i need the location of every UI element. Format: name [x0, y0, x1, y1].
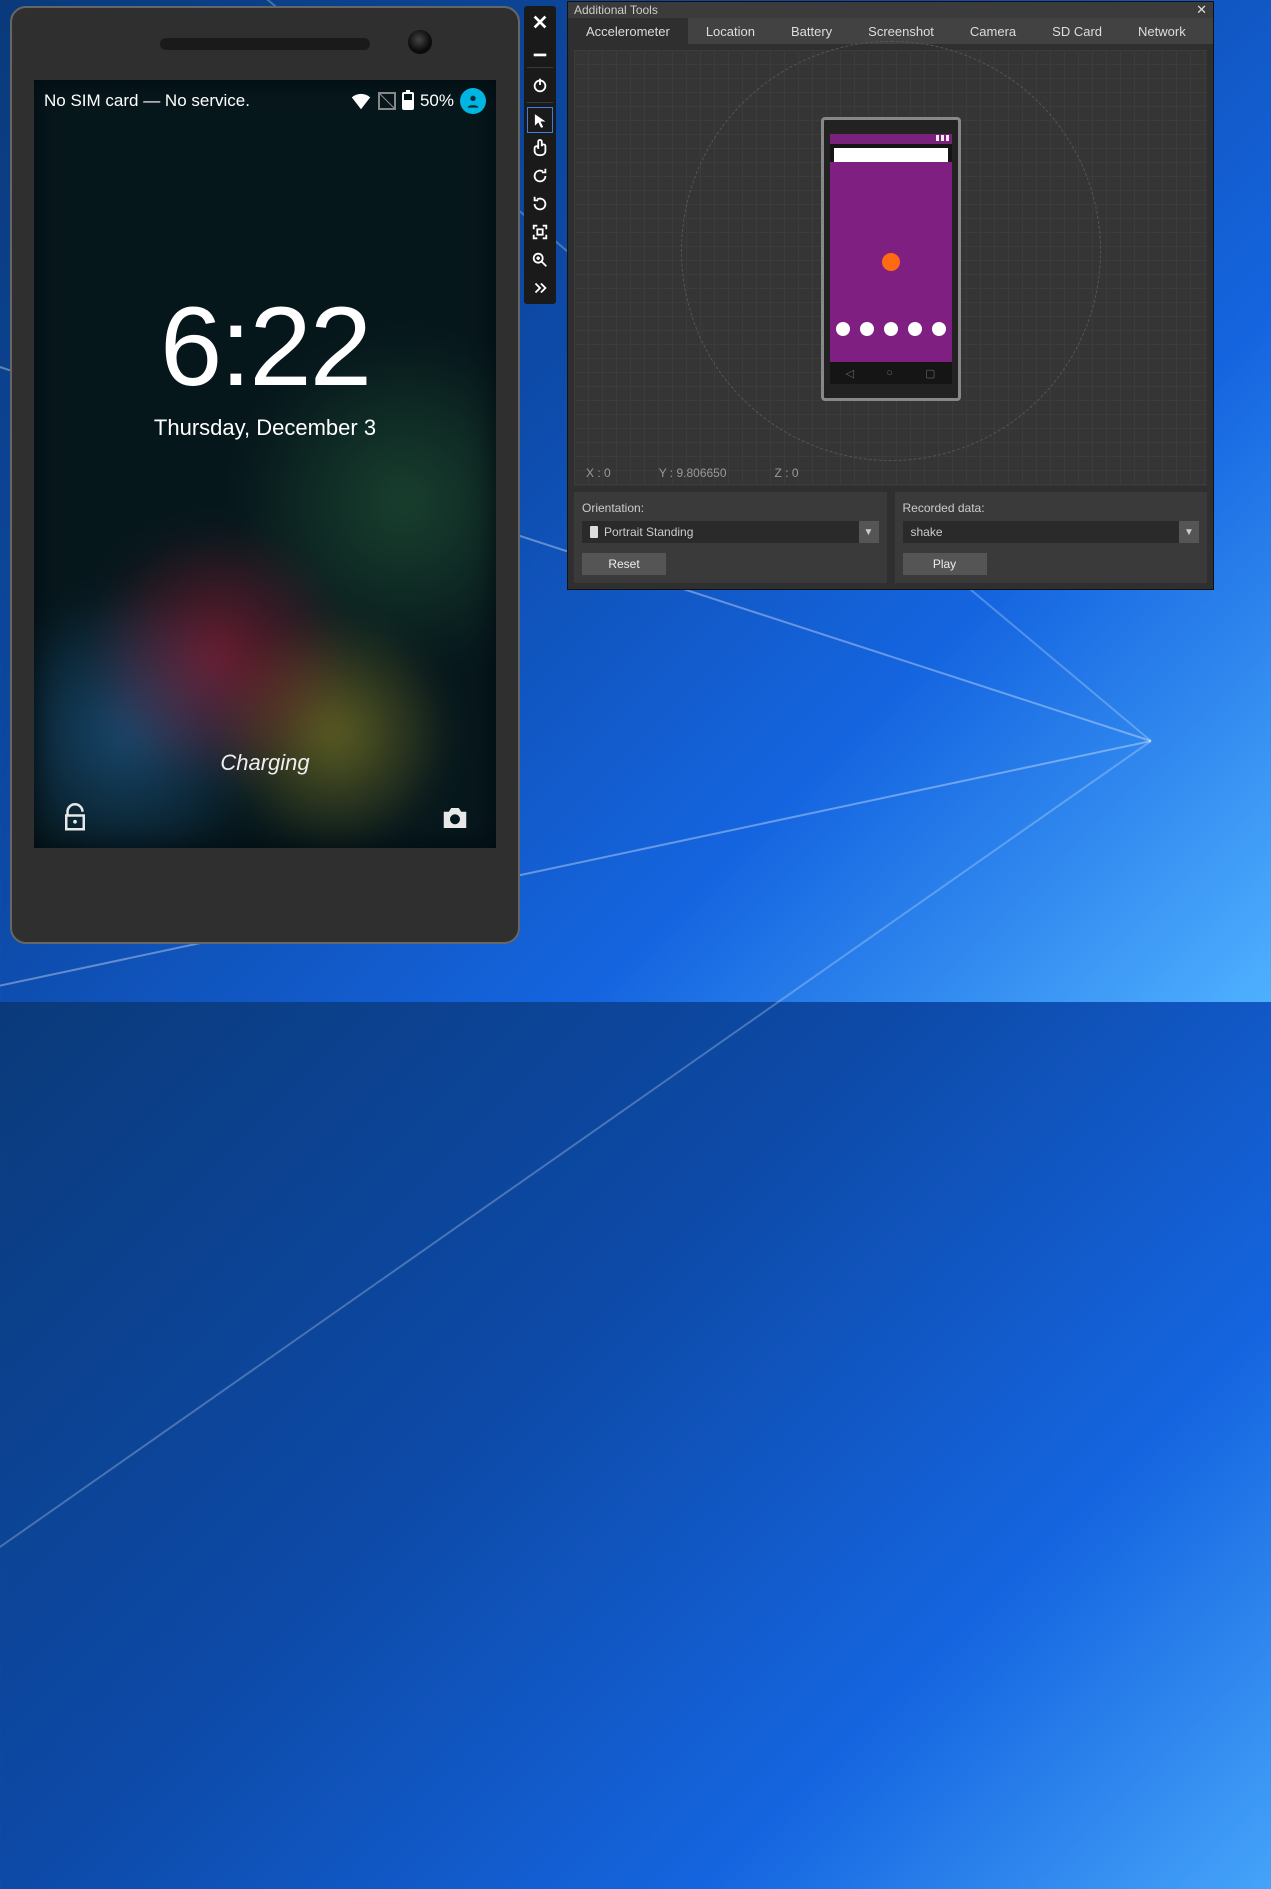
mini-app-row	[830, 322, 952, 336]
emulator-device-frame: No SIM card — No service. 50% 6:22 Thurs…	[10, 6, 520, 944]
lock-icon[interactable]	[60, 803, 90, 838]
mini-statusbar	[830, 134, 952, 144]
front-camera	[408, 30, 432, 54]
coord-z: Z : 0	[775, 466, 799, 480]
phone-portrait-icon	[590, 526, 598, 538]
tab-network[interactable]: Network	[1120, 18, 1204, 44]
camera-icon[interactable]	[440, 803, 470, 838]
orientation-value: Portrait Standing	[604, 525, 693, 539]
power-button[interactable]	[527, 72, 553, 98]
orientation-label: Orientation:	[582, 501, 644, 515]
close-button[interactable]	[527, 9, 553, 35]
chevron-down-icon[interactable]: ▼	[859, 521, 879, 543]
battery-icon	[402, 92, 414, 110]
mini-device[interactable]: ◁○▢	[821, 117, 961, 401]
lock-date: Thursday, December 3	[34, 415, 496, 441]
tab-location[interactable]: Location	[688, 18, 773, 44]
multi-touch-button[interactable]	[527, 135, 553, 161]
lock-clock: 6:22	[34, 282, 496, 411]
accelerometer-pane: ◁○▢ X : 0 Y : 9.806650 Z : 0 Orientation…	[568, 44, 1213, 589]
user-avatar-icon[interactable]	[460, 88, 486, 114]
orientation-panel: Orientation: Portrait Standing ▼ Reset	[574, 492, 887, 583]
mini-search-bar	[834, 148, 948, 162]
window-titlebar[interactable]: Additional Tools ✕	[568, 2, 1213, 18]
coord-x: X : 0	[586, 466, 611, 480]
recorded-panel: Recorded data: shake ▼ Play	[895, 492, 1208, 583]
recorded-label: Recorded data:	[903, 501, 985, 515]
additional-tools-window: Additional Tools ✕ Accelerometer Locatio…	[567, 1, 1214, 590]
single-point-button[interactable]	[527, 107, 553, 133]
recorded-select[interactable]: shake	[903, 521, 1180, 543]
mini-screen: ◁○▢	[830, 134, 952, 384]
minimize-button[interactable]	[527, 37, 553, 63]
mini-home	[830, 162, 952, 362]
rotate-left-button[interactable]	[527, 163, 553, 189]
hour: 6	[160, 284, 220, 409]
charging-label: Charging	[34, 750, 496, 776]
status-bar: No SIM card — No service. 50%	[34, 80, 496, 122]
recorded-value: shake	[911, 525, 943, 539]
earpiece	[160, 38, 370, 50]
orientation-select[interactable]: Portrait Standing	[582, 521, 859, 543]
window-title: Additional Tools	[574, 3, 1196, 17]
rotate-right-button[interactable]	[527, 191, 553, 217]
accelerometer-arena[interactable]: ◁○▢ X : 0 Y : 9.806650 Z : 0	[574, 50, 1207, 486]
play-button[interactable]: Play	[903, 553, 987, 575]
emulator-toolbar	[524, 6, 556, 304]
wallpaper	[34, 80, 496, 848]
accelerometer-ball-icon	[882, 253, 900, 271]
status-text: No SIM card — No service.	[44, 91, 250, 111]
tab-accelerometer[interactable]: Accelerometer	[568, 18, 688, 44]
tab-battery[interactable]: Battery	[773, 18, 850, 44]
minute: 22	[249, 284, 370, 409]
battery-percent: 50%	[420, 91, 454, 111]
reset-button[interactable]: Reset	[582, 553, 666, 575]
accelerometer-coords: X : 0 Y : 9.806650 Z : 0	[586, 466, 799, 480]
fit-screen-button[interactable]	[527, 219, 553, 245]
close-icon[interactable]: ✕	[1196, 2, 1207, 18]
coord-y: Y : 9.806650	[659, 466, 727, 480]
chevron-down-icon[interactable]: ▼	[1179, 521, 1199, 543]
no-signal-icon	[378, 92, 396, 110]
tab-sdcard[interactable]: SD Card	[1034, 18, 1120, 44]
tab-camera[interactable]: Camera	[952, 18, 1034, 44]
device-screen[interactable]: No SIM card — No service. 50% 6:22 Thurs…	[34, 80, 496, 848]
zoom-button[interactable]	[527, 247, 553, 273]
mini-navbar: ◁○▢	[830, 362, 952, 384]
more-tools-button[interactable]	[527, 275, 553, 301]
wifi-icon	[350, 91, 372, 111]
